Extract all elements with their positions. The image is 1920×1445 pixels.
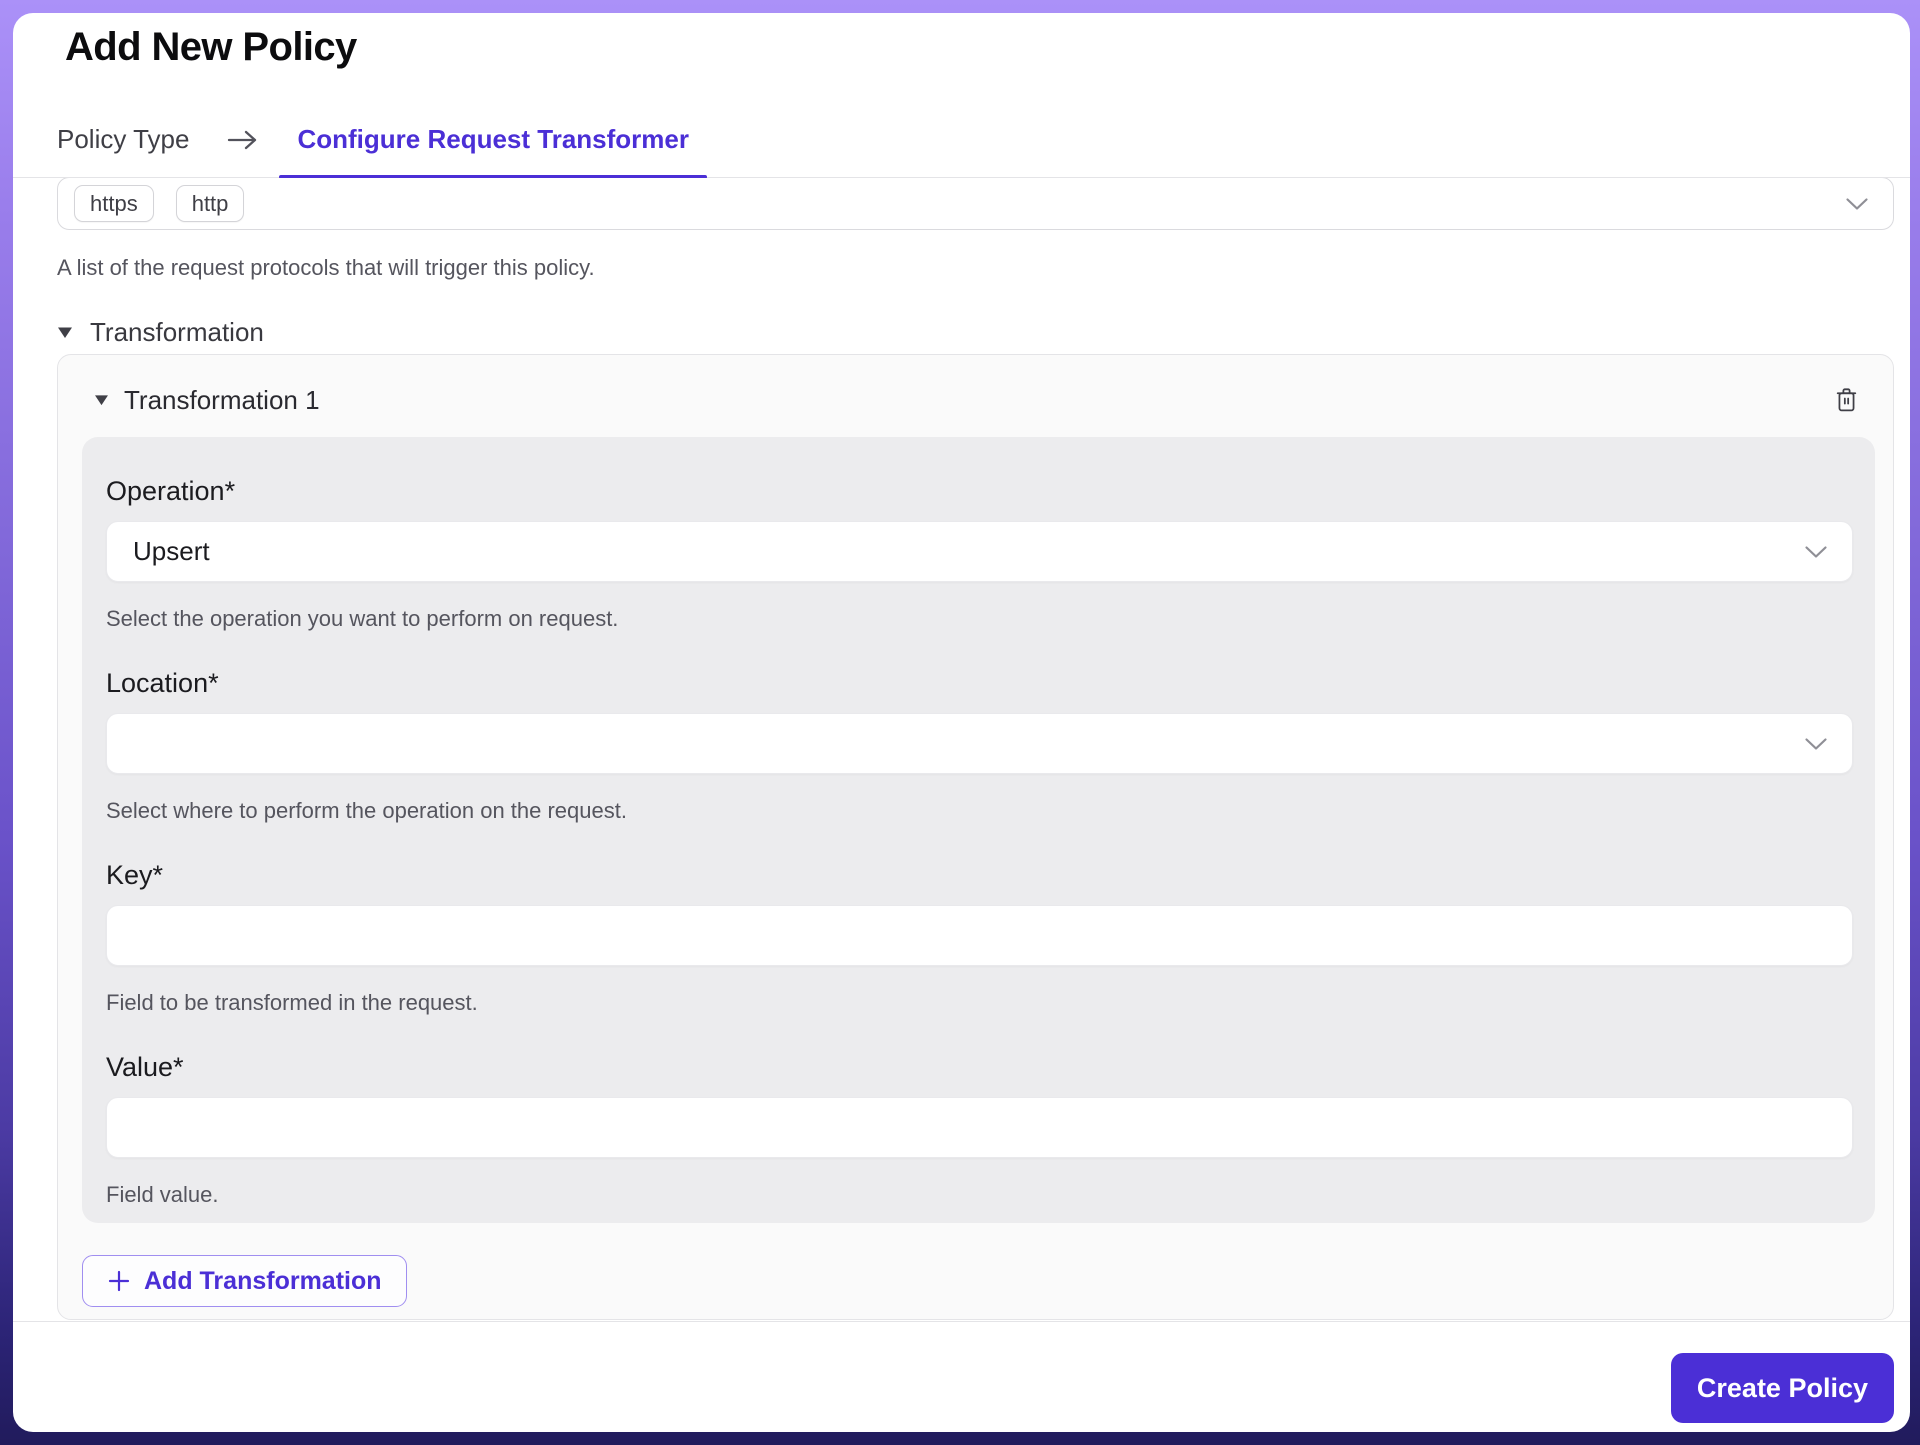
add-policy-modal: Add New Policy Policy Type Configure Req…: [13, 13, 1910, 1432]
arrow-right-icon: [227, 129, 259, 177]
protocol-chip-https[interactable]: https: [74, 185, 154, 222]
add-transformation-button[interactable]: Add Transformation: [82, 1255, 407, 1307]
form-scroll-area[interactable]: https http A list of the request protoco…: [13, 178, 1910, 1321]
operation-label: Operation*: [106, 476, 236, 506]
transformation-1-label: Transformation 1: [124, 385, 320, 415]
page-title: Add New Policy: [65, 25, 357, 69]
operation-select[interactable]: Upsert: [106, 521, 1853, 582]
delete-transformation-button[interactable]: [1834, 386, 1859, 414]
plus-icon: [107, 1269, 131, 1293]
key-label: Key*: [106, 860, 164, 890]
tab-configure-label: Configure Request Transformer: [297, 124, 689, 154]
key-field-group: Key* Field to be transformed in the requ…: [106, 859, 1853, 1017]
caret-down-icon: [57, 326, 73, 339]
modal-footer: Create Policy: [13, 1321, 1910, 1432]
location-select[interactable]: [106, 713, 1853, 774]
modal-header: Add New Policy Policy Type Configure Req…: [13, 13, 1910, 179]
value-helper: Field value.: [106, 1182, 219, 1207]
chevron-down-icon: [1804, 737, 1828, 751]
transformation-section-label: Transformation: [90, 317, 264, 347]
transformation-form-panel: Operation* Upsert Select the operation y…: [82, 437, 1875, 1223]
tab-policy-type-label: Policy Type: [57, 124, 190, 154]
transformation-section-toggle[interactable]: Transformation: [57, 316, 1894, 348]
caret-down-icon: [94, 394, 109, 406]
tab-policy-type[interactable]: Policy Type: [57, 123, 189, 177]
transformation-card: Transformation 1 Operation* Upsert Selec…: [57, 354, 1894, 1320]
protocols-helper: A list of the request protocols that wil…: [57, 255, 595, 280]
operation-helper: Select the operation you want to perform…: [106, 606, 619, 631]
location-field-group: Location* Select where to perform the op…: [106, 667, 1853, 825]
chevron-down-icon: [1804, 545, 1828, 559]
create-policy-button[interactable]: Create Policy: [1670, 1353, 1894, 1423]
tab-configure-request-transformer[interactable]: Configure Request Transformer: [279, 123, 707, 179]
add-transformation-label: Add Transformation: [144, 1266, 382, 1295]
value-label: Value*: [106, 1052, 184, 1082]
value-field-group: Value* Field value.: [106, 1051, 1853, 1209]
transformation-1-toggle[interactable]: Transformation 1: [94, 383, 320, 417]
protocol-chip-http[interactable]: http: [175, 185, 245, 222]
operation-select-value: Upsert: [133, 536, 210, 566]
chevron-down-icon: [1845, 197, 1869, 211]
stepper: Policy Type Configure Request Transforme…: [13, 71, 1910, 179]
key-helper: Field to be transformed in the request.: [106, 990, 478, 1015]
transformation-card-header: Transformation 1: [58, 355, 1893, 437]
trash-icon: [1834, 388, 1859, 417]
protocols-multiselect[interactable]: https http: [57, 178, 1894, 230]
key-input[interactable]: [106, 905, 1853, 966]
location-label: Location*: [106, 668, 219, 698]
location-helper: Select where to perform the operation on…: [106, 798, 627, 823]
value-input[interactable]: [106, 1097, 1853, 1158]
operation-field-group: Operation* Upsert Select the operation y…: [106, 475, 1853, 633]
